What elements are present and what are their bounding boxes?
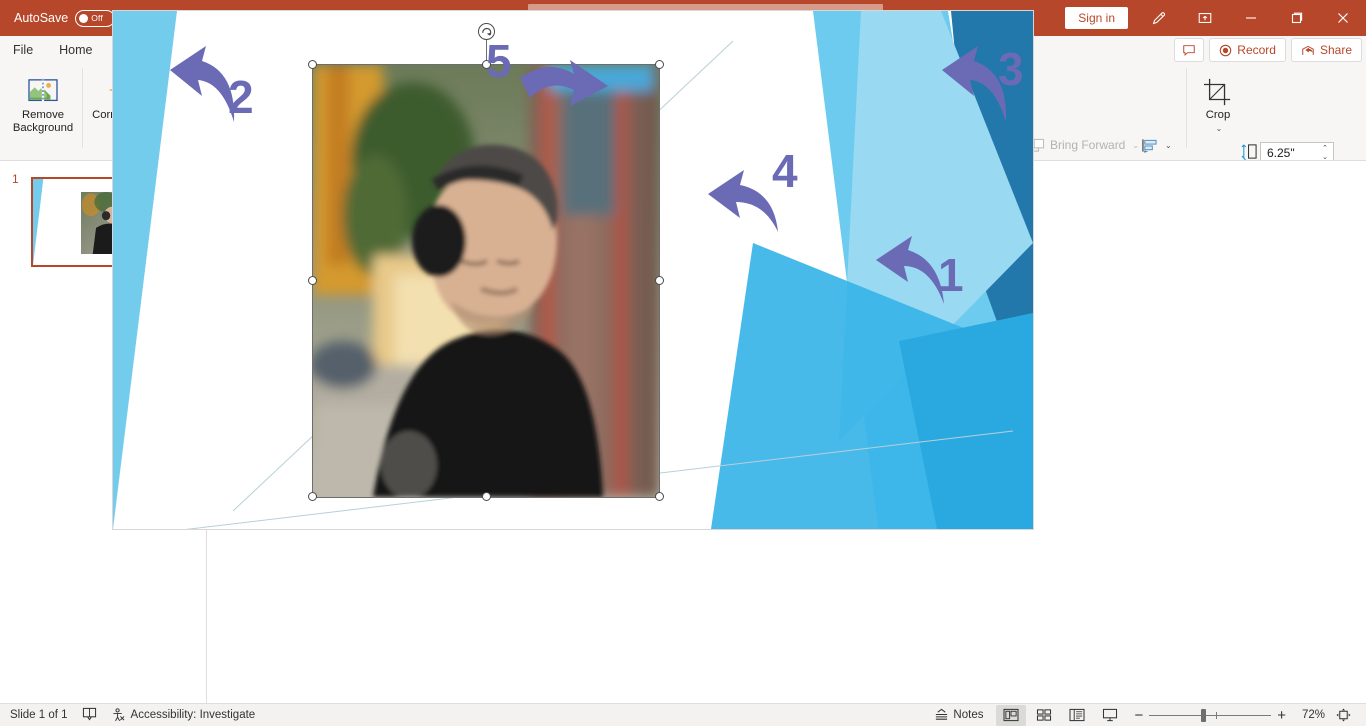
tab-file[interactable]: File — [0, 36, 46, 64]
resize-handle-bottom-left[interactable] — [308, 492, 317, 501]
status-right: Notes − + 72% — [934, 704, 1358, 726]
bring-forward-button[interactable]: Bring Forward ⌄ — [1026, 134, 1142, 156]
normal-view-icon[interactable] — [996, 704, 1027, 726]
resize-handle-middle-right[interactable] — [655, 276, 664, 285]
accessibility-label: Accessibility: Investigate — [130, 709, 256, 721]
restore-up-icon[interactable] — [1182, 0, 1228, 36]
fit-to-window-icon[interactable] — [1328, 705, 1358, 726]
reading-view-icon[interactable] — [1062, 705, 1092, 726]
slide-thumbnail-number: 1 — [12, 172, 19, 186]
share-button[interactable]: Share — [1290, 38, 1362, 62]
sign-in-button[interactable]: Sign in — [1065, 7, 1128, 29]
resize-handle-bottom-right[interactable] — [655, 492, 664, 501]
autosave-toggle-knob — [79, 13, 89, 23]
slideshow-view-icon[interactable] — [1095, 705, 1125, 726]
resize-handle-top-left[interactable] — [308, 60, 317, 69]
crop-label: Crop — [1205, 109, 1231, 121]
comments-icon[interactable] — [1174, 38, 1205, 62]
bring-forward-label: Bring Forward — [1050, 138, 1126, 152]
crop-icon — [1203, 72, 1233, 106]
autosave-label: AutoSave — [14, 11, 69, 25]
resize-handle-middle-left[interactable] — [308, 276, 317, 285]
align-objects-button[interactable]: ⌄ — [1138, 134, 1175, 156]
accessibility-status[interactable]: Accessibility: Investigate — [111, 708, 256, 722]
share-icon — [1302, 45, 1314, 55]
zoom-track-midpoint — [1216, 711, 1218, 719]
zoom-slider-handle[interactable] — [1201, 708, 1207, 722]
shape-height-value: 6.25" — [1267, 145, 1295, 160]
titlebar-right: Sign in — [1065, 0, 1366, 36]
maximize-icon[interactable] — [1274, 0, 1320, 36]
record-button-label: Record — [1237, 43, 1276, 57]
autosave-control[interactable]: AutoSave Off — [14, 9, 116, 27]
remove-background-label-1: Remove — [21, 109, 65, 121]
notes-button[interactable]: Notes — [934, 708, 983, 722]
remove-background-label-2: Background — [12, 122, 74, 134]
zoom-level-label[interactable]: 72% — [1295, 709, 1325, 721]
picture-selection-box — [312, 64, 660, 498]
close-icon[interactable] — [1320, 0, 1366, 36]
crop-chevron-down-icon[interactable]: ⌄ — [1216, 122, 1223, 135]
slide-canvas[interactable] — [113, 11, 1033, 529]
zoom-slider[interactable]: − + — [1134, 707, 1286, 724]
zoom-out-button[interactable]: − — [1134, 707, 1143, 724]
notes-label: Notes — [953, 709, 984, 721]
autosave-state: Off — [91, 13, 103, 23]
resize-handle-top-right[interactable] — [655, 60, 664, 69]
remove-background-icon — [28, 72, 58, 106]
zoom-track-line — [1149, 714, 1272, 716]
minimize-icon[interactable] — [1228, 0, 1274, 36]
slide-sorter-icon[interactable] — [1029, 705, 1059, 726]
notes-icon — [936, 708, 948, 720]
share-button-label: Share — [1319, 43, 1352, 57]
remove-background-button[interactable]: Remove Background — [6, 72, 80, 135]
align-objects-chevron-down-icon[interactable]: ⌄ — [1165, 141, 1172, 150]
resize-handle-top-center[interactable] — [482, 60, 491, 69]
notes-page-icon[interactable] — [82, 707, 97, 724]
zoom-in-button[interactable]: + — [1277, 707, 1286, 724]
rotate-handle-icon[interactable] — [478, 23, 495, 40]
slide-counter[interactable]: Slide 1 of 1 — [10, 709, 68, 721]
resize-handle-bottom-center[interactable] — [482, 492, 491, 501]
record-icon — [1220, 44, 1232, 56]
zoom-track[interactable] — [1149, 708, 1272, 722]
pen-icon[interactable] — [1136, 0, 1182, 36]
align-objects-icon — [1142, 138, 1157, 153]
ribbon-tabs-right: Record Share — [1174, 38, 1362, 62]
powerpoint-window: AutoSave Off ppt489A.pptm... — [0, 0, 1366, 726]
tab-home[interactable]: Home — [46, 36, 105, 64]
autosave-toggle[interactable]: Off — [75, 9, 116, 27]
status-left: Slide 1 of 1 Accessibility: Investigate — [10, 707, 255, 724]
status-bar: Slide 1 of 1 Accessibility: Investigate … — [0, 703, 1366, 726]
accessibility-icon — [112, 708, 124, 722]
crop-button[interactable]: Crop ⌄ — [1190, 72, 1246, 135]
record-button[interactable]: Record — [1209, 38, 1286, 62]
